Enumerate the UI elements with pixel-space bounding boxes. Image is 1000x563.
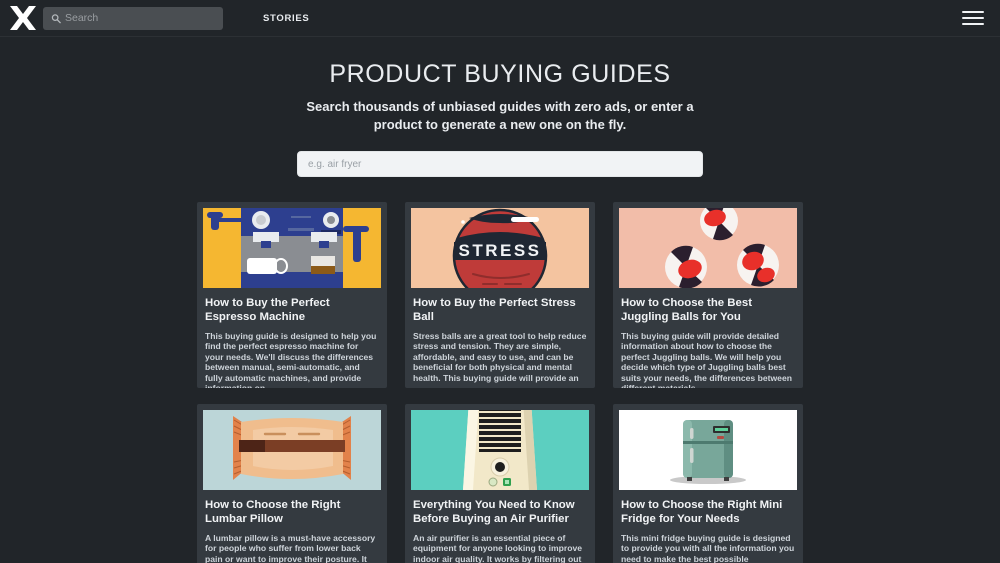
guide-card[interactable]: How to Buy the Perfect Espresso Machine … [197, 202, 387, 388]
guide-card-title: How to Choose the Best Juggling Balls fo… [621, 297, 752, 323]
hamburger-bar [962, 11, 984, 13]
guide-card[interactable]: Everything You Need to Know Before Buyin… [405, 404, 595, 563]
page-subtitle: Search thousands of unbiased guides with… [306, 99, 694, 132]
air-purifier-illustration [411, 410, 589, 490]
stress-ball-illustration: STRESS [411, 208, 589, 288]
hamburger-bar [962, 23, 984, 25]
search-icon [51, 14, 61, 24]
guide-card[interactable]: How to Choose the Best Juggling Balls fo… [613, 202, 803, 388]
guide-card-description: This mini fridge buying guide is designe… [621, 533, 795, 563]
top-header-bar: STORIES [0, 0, 1000, 37]
juggling-balls-illustration [619, 208, 797, 288]
guide-card-title: How to Buy the Perfect Espresso Machine [205, 297, 330, 323]
header-search-input[interactable] [65, 12, 223, 24]
header-search-box[interactable] [43, 6, 223, 30]
guide-card-title: Everything You Need to Know Before Buyin… [413, 499, 575, 525]
mini-fridge-illustration [619, 410, 797, 490]
product-search-input[interactable] [297, 151, 703, 177]
hamburger-bar [962, 17, 984, 19]
guide-card-title: How to Choose the Right Lumbar Pillow [205, 499, 341, 525]
espresso-machine-illustration [203, 208, 381, 288]
hamburger-menu-icon[interactable] [962, 9, 984, 27]
x-logo-icon[interactable] [6, 3, 40, 33]
guide-card-title: How to Choose the Right Mini Fridge for … [621, 499, 783, 525]
nav-link-stories[interactable]: STORIES [263, 13, 309, 24]
guide-card-description: An air purifier is an essential piece of… [413, 533, 583, 563]
guide-card-description: This buying guide will provide detailed … [621, 331, 792, 388]
guide-card[interactable]: STRESS How to Buy the Perfect Stress Bal… [405, 202, 595, 388]
guide-card[interactable]: How to Choose the Right Lumbar Pillow A … [197, 404, 387, 563]
guide-card-description: This buying guide is designed to help yo… [205, 331, 377, 388]
guides-grid: How to Buy the Perfect Espresso Machine … [197, 202, 803, 563]
hero-section: PRODUCT BUYING GUIDES Search thousands o… [0, 37, 1000, 177]
svg-text:STRESS: STRESS [458, 241, 541, 260]
guide-card[interactable]: How to Choose the Right Mini Fridge for … [613, 404, 803, 563]
guide-card-description: Stress balls are a great tool to help re… [413, 331, 587, 383]
product-search-wrapper [297, 151, 703, 177]
guide-card-title: How to Buy the Perfect Stress Ball [413, 297, 576, 323]
lumbar-pillow-illustration [203, 410, 381, 490]
page-title: PRODUCT BUYING GUIDES [329, 60, 671, 88]
guide-card-description: A lumbar pillow is a must-have accessory… [205, 533, 376, 563]
